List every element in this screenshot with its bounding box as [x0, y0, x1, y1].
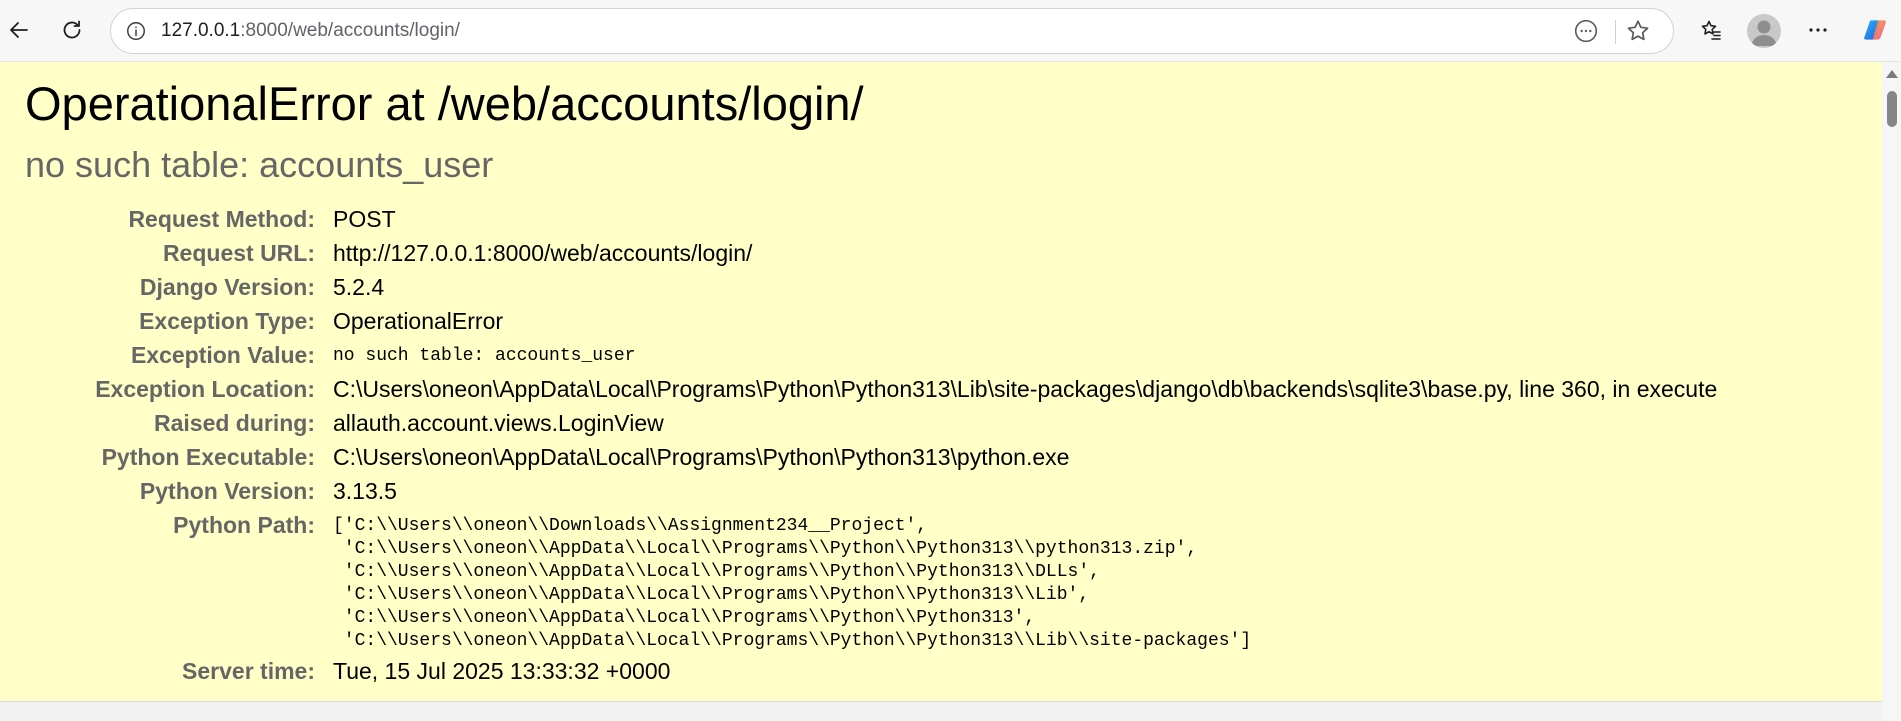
star-icon [1627, 20, 1649, 41]
profile-icon [1751, 20, 1777, 46]
meta-label: Python Version: [139, 478, 315, 504]
more-icon [1809, 28, 1827, 32]
meta-label: Exception Type: [139, 308, 315, 334]
page-viewport: OperationalError at /web/accounts/login/… [0, 62, 1882, 721]
meta-label: Python Executable: [101, 444, 315, 470]
error-summary: OperationalError at /web/accounts/login/… [0, 62, 1882, 702]
copilot-button[interactable] [1856, 11, 1894, 49]
url-text[interactable]: 127.0.0.1:8000/web/accounts/login/ [161, 9, 460, 53]
python-path-list: ['C:\\Users\\oneon\\Downloads\\Assignmen… [333, 516, 1252, 651]
scroll-thumb[interactable] [1887, 91, 1897, 127]
error-subtitle: no such table: accounts_user [25, 144, 494, 185]
error-title: OperationalError at /web/accounts/login/ [25, 77, 864, 130]
read-aloud-icon [1574, 19, 1598, 43]
address-divider [1615, 20, 1616, 44]
meta-value: 5.2.4 [333, 274, 385, 300]
favorite-star-button[interactable] [1624, 17, 1652, 45]
meta-value: POST [333, 206, 396, 232]
refresh-button[interactable] [53, 11, 91, 49]
scroll-up-arrow-icon[interactable] [1886, 70, 1898, 78]
vertical-scrollbar[interactable] [1882, 62, 1901, 721]
meta-value: no such table: accounts_user [333, 346, 636, 366]
meta-label: Exception Value: [130, 342, 315, 368]
meta-value: OperationalError [333, 308, 504, 334]
site-info-button[interactable] [123, 18, 149, 44]
read-aloud-button[interactable] [1572, 17, 1600, 45]
url-path: :8000/web/accounts/login/ [240, 20, 460, 41]
back-button[interactable] [0, 11, 38, 49]
meta-value: 3.13.5 [333, 478, 397, 504]
copilot-icon [1864, 20, 1886, 40]
meta-label: Raised during: [153, 410, 315, 436]
meta-label: Python Path: [173, 512, 315, 538]
favorites-icon [1701, 20, 1721, 40]
profile-button[interactable] [1747, 14, 1781, 48]
meta-value: allauth.account.views.LoginView [333, 410, 664, 436]
favorites-button[interactable] [1692, 11, 1730, 49]
meta-label: Request URL: [162, 240, 315, 266]
browser-toolbar: 127.0.0.1:8000/web/accounts/login/ [0, 0, 1901, 62]
settings-more-button[interactable] [1799, 11, 1837, 49]
meta-value: http://127.0.0.1:8000/web/accounts/login… [333, 240, 753, 266]
back-arrow-icon [10, 22, 28, 38]
meta-value: C:\Users\oneon\AppData\Local\Programs\Py… [333, 444, 1070, 470]
meta-label: Django Version: [139, 274, 315, 300]
meta-label: Server time: [182, 658, 315, 684]
meta-value: Tue, 15 Jul 2025 13:33:32 +0000 [333, 658, 671, 684]
site-info-icon [127, 22, 145, 40]
meta-label: Request Method: [128, 206, 315, 232]
url-host: 127.0.0.1 [161, 20, 241, 41]
refresh-icon [63, 20, 81, 39]
meta-label: Exception Location: [95, 376, 315, 402]
address-bar[interactable]: 127.0.0.1:8000/web/accounts/login/ [110, 8, 1674, 54]
meta-value: C:\Users\oneon\AppData\Local\Programs\Py… [333, 376, 1718, 402]
